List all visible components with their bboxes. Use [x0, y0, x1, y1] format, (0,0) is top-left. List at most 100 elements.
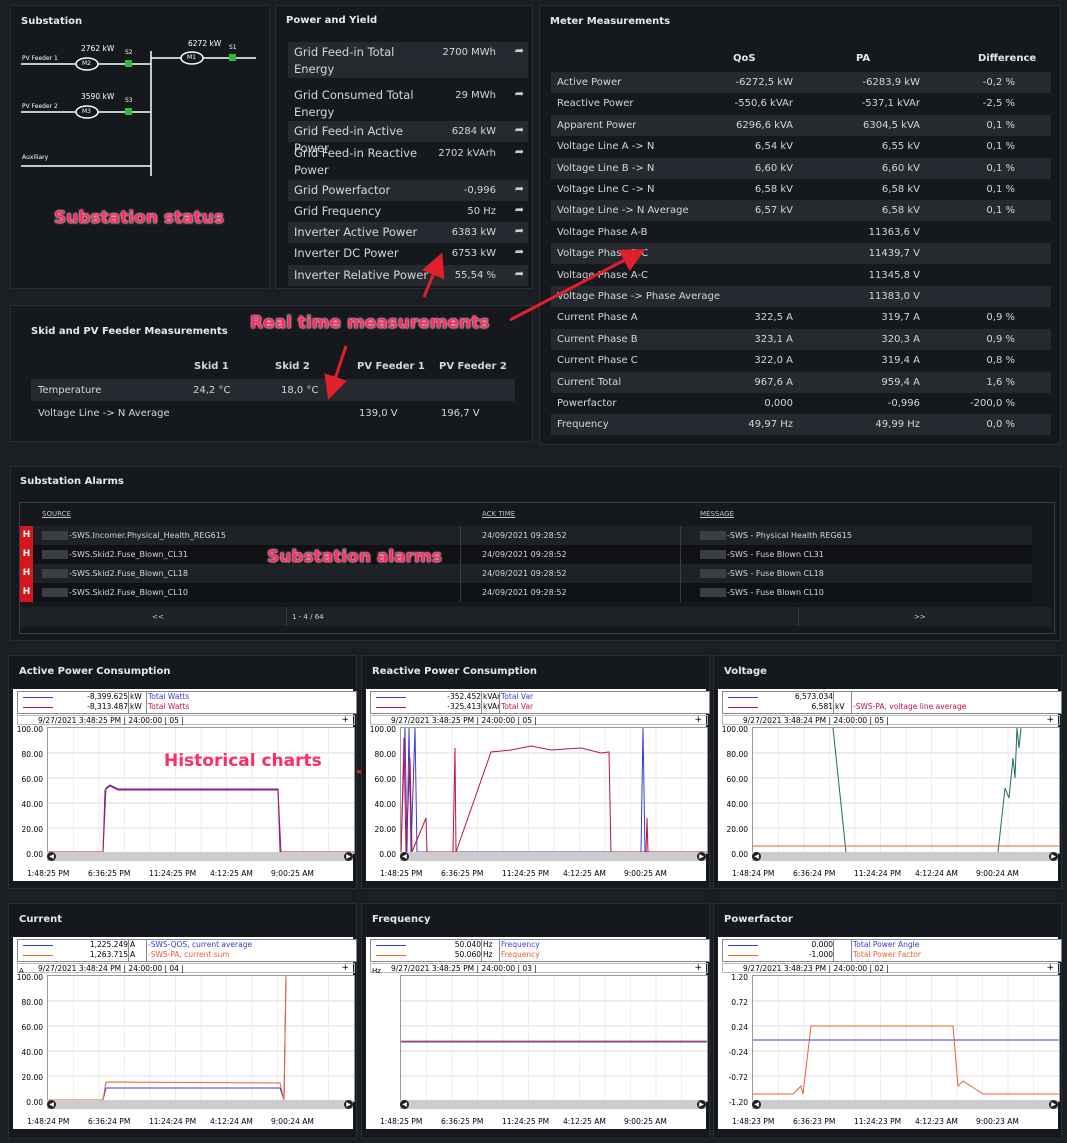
y-tick: 80.00 [726, 750, 748, 759]
x-tick: 4:12:25 AM [210, 869, 253, 878]
scroll-left-icon[interactable]: ◀ [47, 852, 56, 861]
chart-canvas[interactable]: 1,225.249 A -SWS-QOS, current average 1,263… [13, 937, 357, 1129]
chart-scrollbar[interactable]: ◀ ▶ [47, 852, 353, 861]
plot-area[interactable] [752, 727, 1060, 854]
meter-label: Voltage Phase B-C [557, 248, 649, 260]
x-tick: 4:12:24 AM [915, 869, 958, 878]
alarms-panel: Substation Alarms SOURCE ACK TIME MESSAG… [10, 466, 1061, 641]
chart-scrollbar[interactable]: ◀ ▶ [752, 852, 1058, 861]
chart-canvas[interactable]: 0.000 Total Power Angle -1.000 Total Power … [718, 937, 1062, 1129]
x-tick: 9:00:25 AM [624, 1117, 667, 1126]
meter-label: Current Phase C [557, 355, 638, 367]
meter-qos-value: 323,1 A [754, 333, 793, 345]
y-tick: 40.00 [374, 800, 396, 809]
column-divider [460, 545, 461, 564]
plus-icon[interactable]: + [341, 715, 349, 725]
chart-canvas[interactable]: -352.452 kVAr Total Var -325.413 kVAr Total V… [366, 689, 710, 881]
meter-pa-value: 6304,5 kVA [862, 119, 920, 131]
alarm-row[interactable]: H -SWS.Skid2.Fuse_Blown_CL31 24/09/2021 09… [20, 545, 1032, 564]
x-tick: 9:00:24 AM [271, 1117, 314, 1126]
power-yield-label: Inverter DC Power [294, 246, 399, 260]
plus-icon[interactable]: + [341, 963, 349, 973]
scroll-left-icon[interactable]: ◀ [400, 852, 409, 861]
chart-scrollbar[interactable]: ◀ ▶ [47, 1100, 353, 1109]
legend-divider [499, 940, 500, 961]
feeder2-switch: S3 [125, 97, 133, 104]
scroll-right-icon[interactable]: ▶ [344, 852, 353, 861]
meter-label: Reactive Power [557, 98, 634, 110]
pager-next-button[interactable]: >> [914, 613, 926, 621]
power-yield-value: 2700 MWh [442, 47, 496, 58]
meter-label: Voltage Line B -> N [557, 162, 655, 174]
plot-area[interactable] [47, 975, 355, 1102]
scroll-right-icon[interactable]: ▶ [1049, 852, 1058, 861]
meter-row: Powerfactor 0,000 -0,996 -200,0 % [551, 393, 1051, 414]
scroll-left-icon[interactable]: ◀ [47, 1100, 56, 1109]
share-arrow-icon[interactable]: ➦ [515, 224, 524, 237]
meter-label: Powerfactor [557, 398, 617, 409]
scroll-right-icon[interactable]: ▶ [344, 1100, 353, 1109]
plus-icon[interactable]: + [694, 715, 702, 725]
scroll-left-icon[interactable]: ◀ [400, 1100, 409, 1109]
chart-scrollbar[interactable]: ◀ ▶ [400, 852, 706, 861]
plus-icon[interactable]: + [1046, 963, 1054, 973]
legend-name: Total Var [501, 692, 534, 701]
column-divider [680, 583, 681, 602]
legend-value: -352.452 [447, 692, 481, 701]
power-yield-value: 6753 kW [451, 248, 496, 259]
chart-scrollbar[interactable]: ◀ ▶ [400, 1100, 706, 1109]
alarm-message-cell: -SWS - Fuse Blown CL31 [700, 550, 824, 559]
chart-time-header: 9/27/2021 3:48:25 PM | 24:00:00 | 03 | [370, 963, 708, 973]
chart-scrollbar[interactable]: ◀ ▶ [752, 1100, 1058, 1109]
share-arrow-icon[interactable]: ➦ [515, 145, 524, 158]
plot-area[interactable] [47, 727, 355, 854]
pager-prev-button[interactable]: << [152, 613, 164, 621]
meter-qos-value: 967,6 A [754, 376, 793, 388]
scroll-right-icon[interactable]: ▶ [697, 852, 706, 861]
plot-area[interactable] [400, 727, 708, 854]
chart-canvas[interactable]: -8,399.625 kW Total Watts -8,313.487 kW Total… [13, 689, 357, 881]
y-unit: Hz [372, 967, 381, 975]
alarm-row[interactable]: H -SWS.Skid2.Fuse_Blown_CL18 24/09/2021 09… [20, 564, 1032, 583]
share-arrow-icon[interactable]: ➦ [515, 267, 524, 280]
plot-area[interactable] [400, 975, 708, 1102]
share-arrow-icon[interactable]: ➦ [515, 203, 524, 216]
chart-canvas[interactable]: 50.040 Hz Frequency 50.060 Hz Frequency 9/27/2… [366, 937, 710, 1129]
scroll-right-icon[interactable]: ▶ [697, 1100, 706, 1109]
meter-label: Active Power [557, 77, 622, 88]
meter-pa-value: -0,996 [887, 398, 920, 409]
share-arrow-icon[interactable]: ➦ [515, 123, 524, 136]
feeder1-power: 2762 kW [81, 44, 115, 53]
chart-panel: Active Power Consumption -8,399.625 kW Tota… [8, 655, 357, 889]
legend-swatch [23, 697, 53, 698]
power-yield-row: Grid Feed-in Total Energy 2700 MWh ➦ [288, 42, 528, 78]
scroll-right-icon[interactable]: ▶ [1049, 1100, 1058, 1109]
scroll-left-icon[interactable]: ◀ [752, 1100, 761, 1109]
alarms-header-source[interactable]: SOURCE [42, 510, 71, 518]
scroll-left-icon[interactable]: ◀ [752, 852, 761, 861]
substation-title: Substation [21, 16, 83, 27]
x-tick: 4:12:25 AM [563, 1117, 606, 1126]
main-switch: S1 [229, 44, 237, 51]
alarms-header-message[interactable]: MESSAGE [700, 510, 734, 518]
alarm-message: -SWS - Fuse Blown CL18 [727, 569, 824, 578]
alarm-source-cell: -SWS.Skid2.Fuse_Blown_CL18 [42, 569, 188, 578]
chart-canvas[interactable]: 6,573.034 6.581 kV -SWS-PA, voltage line av… [718, 689, 1062, 881]
alarms-header-ack[interactable]: ACK TIME [482, 510, 515, 518]
alarm-row[interactable]: H -SWS.Skid2.Fuse_Blown_CL10 24/09/2021 09… [20, 583, 1032, 602]
plus-icon[interactable]: + [694, 963, 702, 973]
meter-pa-value: 319,4 A [881, 355, 920, 367]
meter-row: Voltage Phase A-C 11345,8 V [551, 265, 1051, 286]
plot-area[interactable] [752, 975, 1060, 1102]
meter-qos-value: 6,54 kV [754, 141, 793, 153]
share-arrow-icon[interactable]: ➦ [515, 245, 524, 258]
alarm-row[interactable]: H -SWS.Incomer.Physical_Health_REG615 24/0… [20, 526, 1032, 545]
y-tick: 0.00 [731, 850, 748, 859]
meter-row: Reactive Power -550,6 kVAr -537,1 kVAr -2,5… [551, 93, 1051, 114]
alarm-ack-time: 24/09/2021 09:28:52 [482, 531, 567, 540]
share-arrow-icon[interactable]: ➦ [515, 87, 524, 100]
share-arrow-icon[interactable]: ➦ [515, 182, 524, 195]
plus-icon[interactable]: + [1046, 715, 1054, 725]
share-arrow-icon[interactable]: ➦ [515, 44, 524, 57]
meter-pa-value: 11345,8 V [868, 269, 920, 281]
